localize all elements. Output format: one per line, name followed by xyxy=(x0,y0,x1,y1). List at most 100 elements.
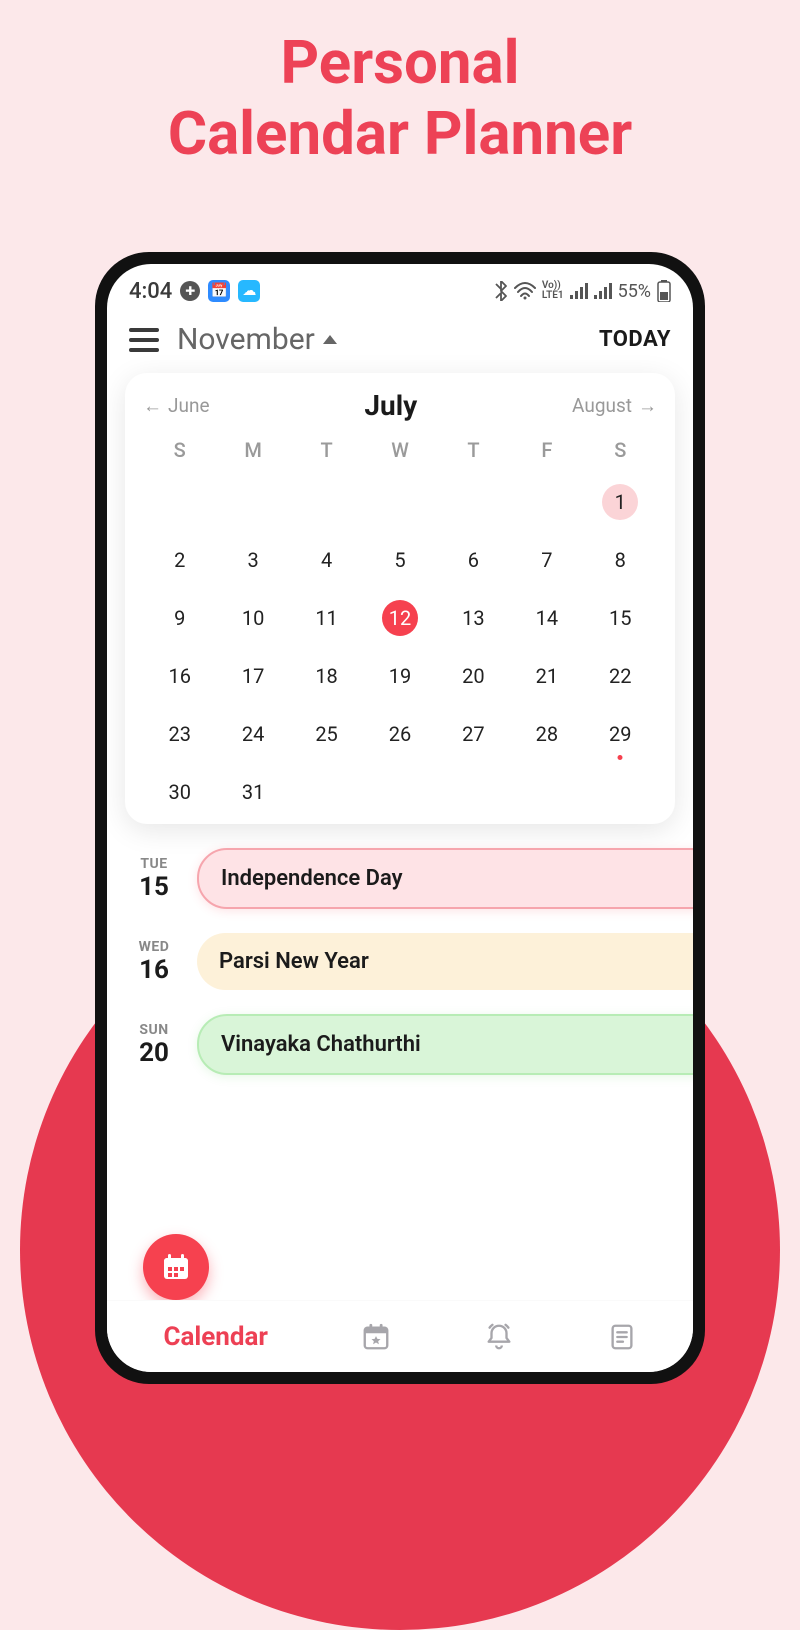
current-month-label: July xyxy=(364,389,417,422)
calendar-day[interactable]: 12 xyxy=(363,598,436,638)
event-row: SUN20 Vinayaka Chathurthi xyxy=(127,1014,693,1075)
calendar-day[interactable]: 23 xyxy=(143,714,216,754)
calendar-day xyxy=(510,772,583,812)
calendar-day[interactable]: 19 xyxy=(363,656,436,696)
day-of-week-header: F xyxy=(510,432,583,464)
signal-bars-1-icon xyxy=(570,283,588,299)
calendar-day[interactable]: 11 xyxy=(290,598,363,638)
calendar-day xyxy=(143,482,216,522)
nav-calendar[interactable]: Calendar xyxy=(163,1322,268,1352)
calendar-day[interactable]: 15 xyxy=(584,598,657,638)
next-month-label: August xyxy=(572,394,632,417)
calendar-day[interactable]: 7 xyxy=(510,540,583,580)
calendar-day[interactable]: 3 xyxy=(216,540,289,580)
calendar-star-icon xyxy=(361,1322,391,1352)
calendar-day[interactable]: 31 xyxy=(216,772,289,812)
calendar-day[interactable]: 1 xyxy=(584,482,657,522)
day-of-week-header: M xyxy=(216,432,289,464)
day-of-week-header: S xyxy=(584,432,657,464)
calendar-day[interactable]: 27 xyxy=(437,714,510,754)
app-header: November TODAY xyxy=(107,310,693,369)
calendar-day[interactable]: 6 xyxy=(437,540,510,580)
event-pill[interactable]: Vinayaka Chathurthi xyxy=(197,1014,693,1075)
header-month-label: November xyxy=(177,322,315,357)
calendar-day[interactable]: 8 xyxy=(584,540,657,580)
calendar-day[interactable]: 22 xyxy=(584,656,657,696)
event-dow: WED xyxy=(127,939,181,955)
calendar-add-icon xyxy=(160,1251,192,1283)
calendar-day[interactable]: 18 xyxy=(290,656,363,696)
calendar-day[interactable]: 14 xyxy=(510,598,583,638)
calendar-card: ← June July August → SMTWTFS123456789101… xyxy=(125,373,675,824)
arrow-right-icon: → xyxy=(638,394,657,418)
event-day-number: 15 xyxy=(127,872,181,902)
calendar-day[interactable]: 20 xyxy=(437,656,510,696)
calendar-day[interactable]: 26 xyxy=(363,714,436,754)
calendar-day xyxy=(363,482,436,522)
event-pill[interactable]: Parsi New Year xyxy=(197,933,693,990)
calendar-day[interactable]: 17 xyxy=(216,656,289,696)
month-dropdown[interactable]: November xyxy=(177,322,581,357)
signal-bars-2-icon xyxy=(594,283,612,299)
marketing-headline: Personal Calendar Planner xyxy=(0,0,800,170)
calendar-day xyxy=(363,772,436,812)
calendar-grid: SMTWTFS123456789101112131415161718192021… xyxy=(143,432,657,812)
event-date: SUN20 xyxy=(127,1022,181,1068)
calendar-day[interactable]: 30 xyxy=(143,772,216,812)
note-icon xyxy=(607,1322,637,1352)
menu-icon[interactable] xyxy=(129,328,159,352)
bluetooth-icon xyxy=(494,281,508,301)
nav-notes[interactable] xyxy=(607,1322,637,1352)
calendar-day[interactable]: 29 xyxy=(584,714,657,754)
nav-events[interactable] xyxy=(361,1322,391,1352)
arrow-left-icon: ← xyxy=(143,394,162,418)
calendar-day[interactable]: 28 xyxy=(510,714,583,754)
calendar-day xyxy=(216,482,289,522)
headline-line2: Calendar Planner xyxy=(0,99,800,170)
day-of-week-header: W xyxy=(363,432,436,464)
calendar-day xyxy=(584,772,657,812)
event-row: WED16 Parsi New Year xyxy=(127,933,693,990)
chevron-up-icon xyxy=(323,335,337,344)
event-day-number: 20 xyxy=(127,1038,181,1068)
event-pill[interactable]: Independence Day xyxy=(197,848,693,909)
calendar-day[interactable]: 16 xyxy=(143,656,216,696)
calendar-day[interactable]: 2 xyxy=(143,540,216,580)
lte-indicator: Vo))LTE1 xyxy=(542,281,564,301)
battery-percent: 55% xyxy=(618,281,651,302)
event-date: TUE15 xyxy=(127,856,181,902)
day-of-week-header: T xyxy=(290,432,363,464)
calendar-day xyxy=(290,482,363,522)
calendar-day xyxy=(290,772,363,812)
prev-month-label: June xyxy=(168,394,210,417)
status-app-icon-calendar: 📅 xyxy=(208,280,230,302)
bell-icon xyxy=(484,1322,514,1352)
status-app-icon-1: ✚ xyxy=(180,281,200,301)
calendar-day[interactable]: 10 xyxy=(216,598,289,638)
calendar-day xyxy=(437,772,510,812)
next-month-button[interactable]: August → xyxy=(572,394,657,418)
calendar-month-nav: ← June July August → xyxy=(143,389,657,422)
today-button[interactable]: TODAY xyxy=(599,327,671,352)
event-dow: SUN xyxy=(127,1022,181,1038)
wifi-icon xyxy=(514,282,536,300)
calendar-day[interactable]: 13 xyxy=(437,598,510,638)
status-bar: 4:04 ✚ 📅 ☁ Vo))LTE1 55% xyxy=(107,264,693,310)
calendar-day[interactable]: 9 xyxy=(143,598,216,638)
calendar-day[interactable]: 21 xyxy=(510,656,583,696)
phone-screen: 4:04 ✚ 📅 ☁ Vo))LTE1 55% November xyxy=(107,264,693,1372)
events-list: TUE15 Independence Day WED16 Parsi New Year… xyxy=(107,840,693,1075)
add-event-fab[interactable] xyxy=(143,1234,209,1300)
calendar-day[interactable]: 5 xyxy=(363,540,436,580)
calendar-day[interactable]: 25 xyxy=(290,714,363,754)
calendar-day[interactable]: 4 xyxy=(290,540,363,580)
event-day-number: 16 xyxy=(127,955,181,985)
event-date: WED16 xyxy=(127,939,181,985)
calendar-day xyxy=(437,482,510,522)
calendar-day[interactable]: 24 xyxy=(216,714,289,754)
day-of-week-header: T xyxy=(437,432,510,464)
event-dow: TUE xyxy=(127,856,181,872)
nav-reminders[interactable] xyxy=(484,1322,514,1352)
prev-month-button[interactable]: ← June xyxy=(143,394,210,418)
status-time: 4:04 xyxy=(129,279,172,304)
